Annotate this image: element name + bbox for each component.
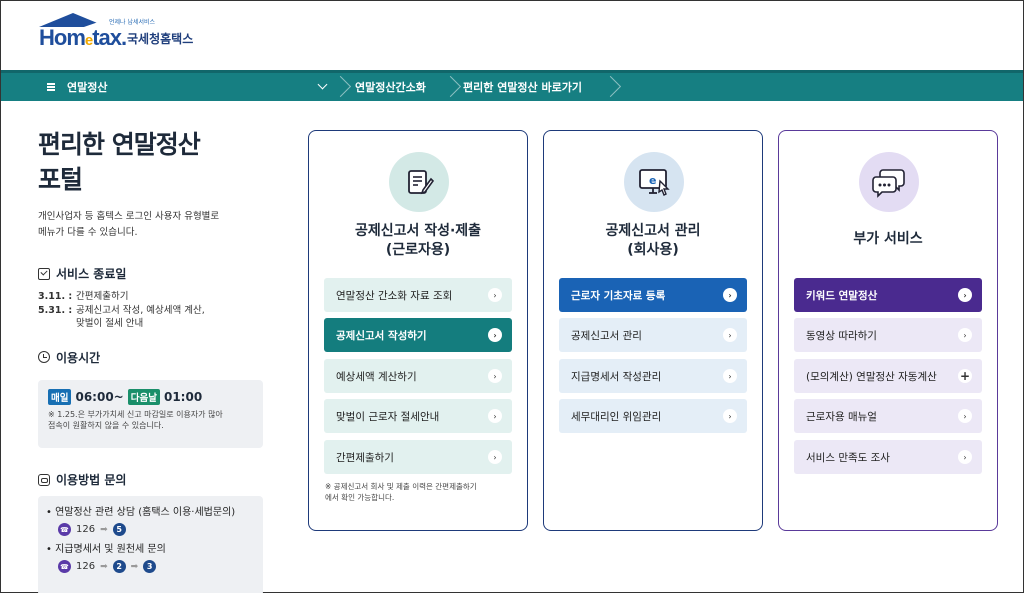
menu-number-badge: 5	[112, 523, 126, 536]
card-employee-deduction: 공제신고서 작성·제출 (근로자용) 연말정산 간소화 자료 조회 › 공제신고서…	[308, 130, 528, 531]
estimate-tax-button[interactable]: 예상세액 계산하기 ›	[324, 359, 512, 393]
breadcrumb-item-1[interactable]: 연말정산간소화	[355, 73, 426, 101]
card-company-management: e 공제신고서 관리 (회사용) 근로자 기초자료 등록 › 공제신고서 관리 › …	[543, 130, 763, 531]
inquiry-item: • 지급명세서 및 원천세 문의	[46, 544, 166, 555]
plus-icon: +	[958, 369, 972, 383]
hours-line: 매일 06:00~ 다음날 01:00	[48, 389, 253, 405]
dual-income-guide-button[interactable]: 맞벌이 근로자 절세안내 ›	[324, 399, 512, 433]
logo-wordmark: Hometax.	[39, 25, 127, 50]
inquiry-phone-path: ☎ 126 ➡ 2 ➡ 3	[58, 560, 255, 573]
calendar-check-icon	[38, 267, 50, 280]
logo-korean-name: 국세청홈택스	[127, 32, 194, 46]
card-title: 공제신고서 작성·제출 (근로자용)	[354, 223, 482, 258]
breadcrumb-separator	[447, 73, 457, 101]
phone-icon: ☎	[58, 523, 71, 536]
video-tutorial-button[interactable]: 동영상 따라하기 ›	[794, 318, 982, 352]
arrow-right-icon: ›	[488, 288, 502, 302]
inquiry-box: • 연말정산 관련 상담 (홈택스 이용·세법문의) ☎ 126 ➡ 5 • 지…	[38, 496, 263, 593]
daily-tag: 매일	[48, 389, 72, 405]
arrow-right-icon: ›	[488, 369, 502, 383]
hours-title: 이용시간	[38, 349, 268, 366]
mock-calculation-button[interactable]: (모의계산) 연말정산 자동계산 +	[794, 359, 982, 393]
schedule-item: 3.11. : 간편제출하기	[38, 291, 129, 302]
arrow-right-icon: ›	[488, 409, 502, 423]
e-monitor-icon: e	[624, 152, 684, 212]
site-header: 언제나 납세서비스 Hometax. 국세청홈택스	[1, 1, 1023, 70]
tax-agent-delegation-button[interactable]: 세무대리인 위임관리 ›	[559, 399, 747, 433]
breadcrumb-separator	[607, 73, 617, 101]
breadcrumb-separator	[337, 73, 347, 101]
inquiry-phone-path: ☎ 126 ➡ 5	[58, 523, 255, 536]
card-title: 부가 서비스	[853, 231, 923, 247]
schedule-item: 맞벌이 절세 안내	[76, 318, 144, 329]
simple-submit-button[interactable]: 간편제출하기 ›	[324, 440, 512, 474]
form-pen-icon	[389, 152, 449, 212]
arrow-right-icon: ➡	[100, 561, 108, 572]
arrow-right-icon: ›	[723, 369, 737, 383]
hamburger-icon	[47, 83, 55, 91]
menu-number-badge: 3	[143, 560, 157, 573]
arrow-right-icon: ›	[723, 328, 737, 342]
schedule-item: 5.31. : 공제신고서 작성, 예상세액 계산,	[38, 304, 205, 316]
schedule-list: 3.11. : 간편제출하기 5.31. : 공제신고서 작성, 예상세액 계산, …	[38, 290, 268, 331]
inquiry-title: 이용방법 문의	[38, 471, 126, 488]
arrow-right-icon: ›	[723, 409, 737, 423]
arrow-right-icon: ➡	[100, 524, 108, 535]
arrow-right-icon: ›	[488, 450, 502, 464]
nav-menu-label: 연말정산	[67, 81, 108, 94]
card-title: 공제신고서 관리 (회사용)	[605, 223, 701, 258]
service-end-title: 서비스 종료일	[38, 265, 268, 282]
view-simplified-data-button[interactable]: 연말정산 간소화 자료 조회 ›	[324, 278, 512, 312]
page-title: 편리한 연말정산 포털	[38, 130, 201, 194]
satisfaction-survey-button[interactable]: 서비스 만족도 조사 ›	[794, 440, 982, 474]
breadcrumb-item-2[interactable]: 편리한 연말정산 바로가기	[463, 73, 582, 101]
left-panel: 편리한 연말정산 포털 개인사업자 등 홈텍스 로그인 사용자 유형별로 메뉴가…	[38, 127, 268, 366]
arrow-right-icon: ›	[958, 450, 972, 464]
chat-bubbles-icon	[859, 152, 919, 212]
page-description: 개인사업자 등 홈텍스 로그인 사용자 유형별로 메뉴가 다를 수 있습니다.	[38, 211, 220, 238]
next-day-tag: 다음날	[127, 389, 160, 405]
menu-number-badge: 2	[112, 560, 126, 573]
arrow-right-icon: ›	[958, 328, 972, 342]
card-note: ※ 공제신고서 회사 및 제출 이력은 간편제출하기 에서 확인 가능합니다.	[325, 482, 477, 502]
hours-box: 매일 06:00~ 다음날 01:00 ※ 1.25.은 부가가치세 신고 마감…	[38, 380, 263, 448]
manage-deduction-forms-button[interactable]: 공제신고서 관리 ›	[559, 318, 747, 352]
nav-menu-dropdown[interactable]: 연말정산	[1, 73, 337, 101]
hometax-logo[interactable]: 언제나 납세서비스 Hometax. 국세청홈택스	[39, 13, 209, 53]
card-additional-services: 부가 서비스 키워드 연말정산 › 동영상 따라하기 › (모의계산) 연말정산 자…	[778, 130, 998, 531]
write-deduction-form-button[interactable]: 공제신고서 작성하기 ›	[324, 318, 512, 352]
clock-icon	[38, 351, 50, 363]
payment-statement-button[interactable]: 지급명세서 작성관리 ›	[559, 359, 747, 393]
arrow-right-icon: ›	[958, 288, 972, 302]
keyword-yearend-button[interactable]: 키워드 연말정산 ›	[794, 278, 982, 312]
arrow-right-icon: ›	[958, 409, 972, 423]
phone-icon: ☎	[58, 560, 71, 573]
arrow-right-icon: ›	[488, 328, 502, 342]
telephone-icon	[38, 473, 50, 486]
arrow-right-icon: ›	[723, 288, 737, 302]
svg-text:e: e	[649, 174, 656, 187]
nav-bar: 연말정산 연말정산간소화 편리한 연말정산 바로가기	[1, 70, 1023, 101]
hours-note: ※ 1.25.은 부가가치세 신고 마감일로 이용자가 많아 접속이 원활하지 …	[48, 410, 223, 430]
employee-manual-button[interactable]: 근로자용 매뉴얼 ›	[794, 399, 982, 433]
arrow-right-icon: ➡	[130, 561, 139, 572]
inquiry-item: • 연말정산 관련 상담 (홈택스 이용·세법문의)	[46, 507, 236, 518]
chevron-down-icon	[317, 79, 328, 90]
register-employee-data-button[interactable]: 근로자 기초자료 등록 ›	[559, 278, 747, 312]
